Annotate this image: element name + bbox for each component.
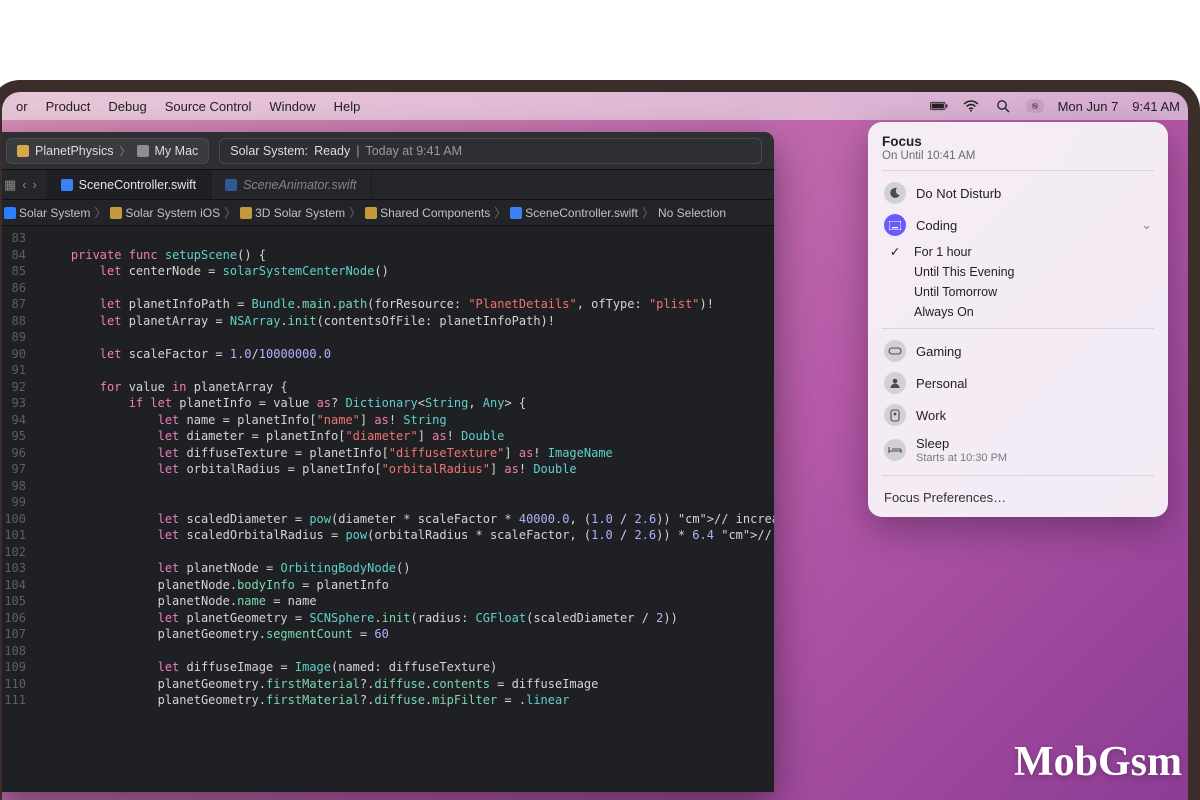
- code-area[interactable]: private func setupScene() { let centerNo…: [34, 226, 774, 792]
- tab-active[interactable]: SceneController.swift: [47, 170, 211, 199]
- code-editor[interactable]: 8384858687888990919293949596979899100101…: [0, 226, 774, 792]
- menu-item[interactable]: or: [16, 99, 28, 114]
- menubar-date[interactable]: Mon Jun 7: [1058, 99, 1119, 114]
- focus-mode-personal[interactable]: Personal: [882, 367, 1154, 399]
- device-icon: [137, 145, 149, 157]
- chevron-right-icon: 〉: [120, 143, 131, 159]
- person-icon: [884, 372, 906, 394]
- bed-icon: [884, 439, 906, 461]
- menu-item[interactable]: Debug: [108, 99, 146, 114]
- crumb[interactable]: Solar System: [19, 206, 90, 220]
- swift-file-icon: [510, 207, 522, 219]
- focus-popover: Focus On Until 10:41 AM Do Not Disturb C…: [868, 122, 1168, 517]
- focus-mode-coding[interactable]: Coding ⌄: [882, 209, 1154, 241]
- scheme-selector[interactable]: PlanetPhysics 〉 My Mac: [6, 138, 209, 164]
- menu-item[interactable]: Product: [46, 99, 91, 114]
- focus-mode-gaming[interactable]: Gaming: [882, 335, 1154, 367]
- tab-label: SceneAnimator.swift: [243, 178, 356, 192]
- menubar-time[interactable]: 9:41 AM: [1132, 99, 1180, 114]
- focus-mode-work[interactable]: Work: [882, 399, 1154, 431]
- line-gutter: 8384858687888990919293949596979899100101…: [0, 226, 34, 792]
- focus-mode-label: Sleep Starts at 10:30 PM: [916, 436, 1152, 464]
- status-prefix: Solar System:: [230, 144, 308, 158]
- crumb[interactable]: Solar System iOS: [125, 206, 220, 220]
- wifi-icon[interactable]: [962, 99, 980, 113]
- crumb[interactable]: No Selection: [658, 206, 726, 220]
- focus-mode-dnd[interactable]: Do Not Disturb: [882, 177, 1154, 209]
- gamepad-icon: [884, 340, 906, 362]
- tab-inactive[interactable]: SceneAnimator.swift: [211, 170, 371, 199]
- menu-item[interactable]: Source Control: [165, 99, 252, 114]
- menu-item[interactable]: Window: [269, 99, 315, 114]
- swift-file-icon: [225, 179, 237, 191]
- battery-icon[interactable]: [930, 99, 948, 113]
- status-state: Ready: [314, 144, 350, 158]
- menubar-app-menu: or Product Debug Source Control Window H…: [10, 99, 360, 114]
- folder-icon: [240, 207, 252, 219]
- menubar-status-area: Mon Jun 7 9:41 AM: [930, 99, 1180, 114]
- menu-item[interactable]: Help: [334, 99, 361, 114]
- breadcrumb[interactable]: Solar System〉 Solar System iOS〉 3D Solar…: [0, 200, 774, 226]
- check-icon: ✓: [886, 244, 904, 259]
- focus-duration-option[interactable]: Until Tomorrow: [882, 282, 1154, 302]
- focus-mode-subtitle: Starts at 10:30 PM: [916, 452, 1152, 464]
- scheme-name: PlanetPhysics: [35, 144, 114, 158]
- focus-subtitle: On Until 10:41 AM: [882, 150, 1154, 162]
- badge-icon: [884, 404, 906, 426]
- control-center-icon[interactable]: [1026, 99, 1044, 113]
- focus-preferences-link[interactable]: Focus Preferences…: [882, 482, 1154, 509]
- crumb[interactable]: 3D Solar System: [255, 206, 345, 220]
- laptop-display: or Product Debug Source Control Window H…: [0, 80, 1200, 800]
- spotlight-icon[interactable]: [994, 99, 1012, 113]
- folder-icon: [365, 207, 377, 219]
- focus-duration-option[interactable]: Always On: [882, 302, 1154, 322]
- nav-back-icon[interactable]: ‹: [22, 178, 26, 192]
- focus-title: Focus: [882, 134, 1154, 149]
- tab-label: SceneController.swift: [79, 178, 196, 192]
- focus-mode-sleep[interactable]: Sleep Starts at 10:30 PM: [882, 431, 1154, 469]
- run-destination: My Mac: [155, 144, 199, 158]
- focus-duration-option[interactable]: ✓For 1 hour: [882, 241, 1154, 262]
- keyboard-icon: [884, 214, 906, 236]
- folder-icon: [110, 207, 122, 219]
- activity-status[interactable]: Solar System: Ready | Today at 9:41 AM: [219, 138, 762, 164]
- swift-file-icon: [61, 179, 73, 191]
- crumb[interactable]: Shared Components: [380, 206, 490, 220]
- xcode-toolbar: PlanetPhysics 〉 My Mac Solar System: Rea…: [0, 132, 774, 170]
- chevron-down-icon: ⌄: [1141, 217, 1152, 233]
- focus-mode-label: Gaming: [916, 344, 1152, 359]
- app-icon: [4, 207, 16, 219]
- focus-mode-label: Work: [916, 408, 1152, 423]
- tab-bar: ▦ ‹ › SceneController.swift SceneAnimato…: [0, 170, 774, 200]
- nav-forward-icon[interactable]: ›: [32, 178, 36, 192]
- focus-mode-label: Coding: [916, 218, 1131, 233]
- xcode-window: PlanetPhysics 〉 My Mac Solar System: Rea…: [0, 132, 774, 792]
- status-time: Today at 9:41 AM: [365, 144, 462, 158]
- focus-mode-label: Personal: [916, 376, 1152, 391]
- menubar: or Product Debug Source Control Window H…: [2, 92, 1188, 120]
- focus-mode-label: Do Not Disturb: [916, 186, 1152, 201]
- crumb[interactable]: SceneController.swift: [525, 206, 638, 220]
- focus-duration-option[interactable]: Until This Evening: [882, 262, 1154, 282]
- layout-icon[interactable]: ▦: [4, 177, 16, 193]
- project-icon: [17, 145, 29, 157]
- moon-icon: [884, 182, 906, 204]
